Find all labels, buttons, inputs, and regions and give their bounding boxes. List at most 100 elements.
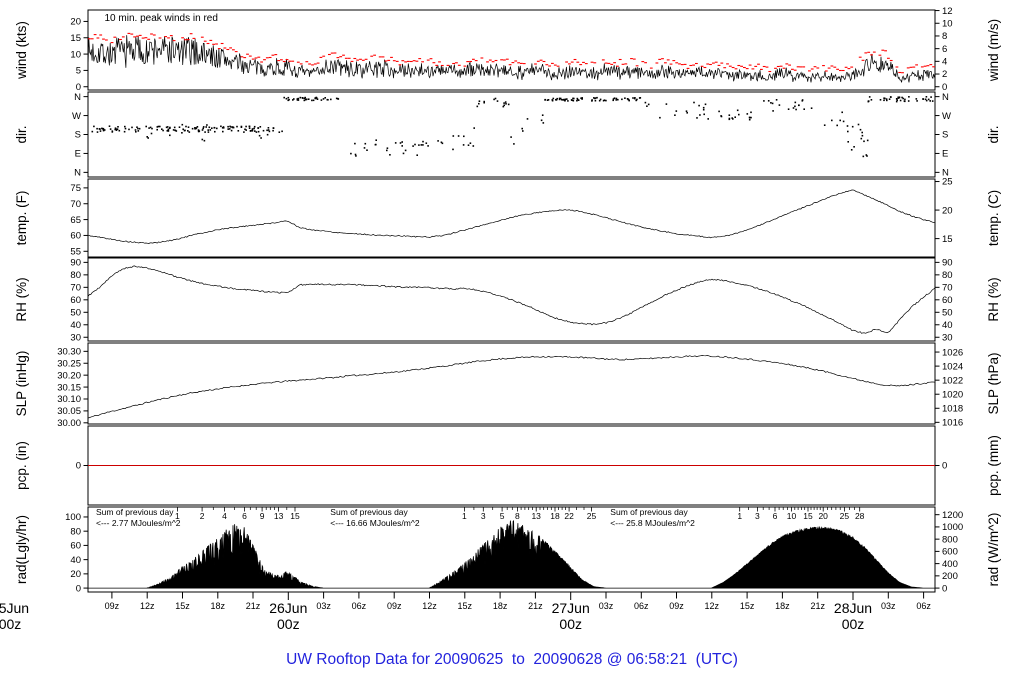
mj-cumulative-label: 13 [531,511,541,521]
time-tick-label: 18z [775,601,790,611]
mj-cumulative-label: 8 [515,511,520,521]
tick-label-right: N [942,92,949,103]
date-label-clipped: 00z [0,616,21,632]
tick-label-right: 90 [942,258,953,269]
axis-title-right-temp: temp. (C) [986,190,1001,246]
tick-label-right: E [942,149,948,160]
tick-label-right: 1020 [942,389,963,400]
tick-label-left: 30.05 [57,406,81,417]
tick-label-left: 20 [70,17,81,28]
time-tick-label: 03z [881,601,896,611]
time-tick-label: 21z [528,601,543,611]
time-tick-label: 18z [493,601,508,611]
tick-label-left: N [74,168,81,179]
figure-caption: UW Rooftop Data for 20090625 to 20090628… [286,651,738,668]
tick-label-right: 6 [942,44,947,55]
rad-sum-note-line1: Sum of previous day [610,507,688,517]
rad-sum-note-line1: Sum of previous day [330,507,408,517]
tick-label-right: 800 [942,534,958,545]
tick-label-left: W [72,111,81,122]
time-tick-label: 18z [211,601,226,611]
tick-label-right: 0 [942,461,947,472]
tick-label-left: E [75,149,81,160]
mj-cumulative-label: 13 [274,511,284,521]
tick-label-right: 1000 [942,522,963,533]
time-tick-label: 15z [740,601,755,611]
tick-label-left: 80 [70,526,81,537]
tick-label-right: 25 [942,177,953,188]
tick-label-left: N [74,92,81,103]
mj-cumulative-label: 3 [481,511,486,521]
panel-slp: 30.0030.0530.1030.1530.2030.2530.30 1016 1… [14,342,1001,429]
mj-cumulative-label: 25 [587,511,597,521]
tick-label-right: 1016 [942,418,963,429]
time-tick-label: 12z [705,601,720,611]
tick-label-right: 70 [942,283,953,294]
tick-label-left: 0 [76,461,81,472]
axis-title-left-slp: SLP (inHg) [14,351,29,417]
mj-cumulative-label: 4 [222,511,227,521]
axis-title-right-wind: wind (m/s) [986,19,1001,82]
axis-title-left-pcp: pcp. (in) [14,441,29,490]
time-tick-label: 03z [316,601,331,611]
time-tick-label: 12z [422,601,437,611]
mj-cumulative-label: 28 [855,511,865,521]
mj-cumulative-label: 22 [564,511,574,521]
tick-label-right: 30 [942,332,953,343]
mj-cumulative-label: 6 [773,511,778,521]
rad-sum-note-line2: <--- 2.77 MJoules/m^2 [96,518,181,528]
tick-label-left: 90 [70,258,81,269]
axis-title-right-dir: dir. [986,125,1001,143]
meteorogram-chart: 05101520024681012wind (kts) wind (m/s)NES… [0,6,1001,632]
tick-label-left: S [75,130,81,141]
tick-label-left: 70 [70,283,81,294]
axis-title-left-dir: dir. [14,125,29,143]
axis-title-left-rh: RH (%) [14,277,29,321]
mj-cumulative-label: 6 [242,511,247,521]
tick-label-left: 15 [70,33,81,44]
axis-title-left-wind: wind (kts) [14,21,29,80]
tick-label-right: 80 [942,270,953,281]
tick-label-left: 80 [70,270,81,281]
tick-label-right: 1200 [942,510,963,521]
tick-label-left: 30.20 [57,370,81,381]
tick-label-left: 70 [70,199,81,210]
tick-label-right: 400 [942,559,958,570]
mj-cumulative-label: 2 [200,511,205,521]
time-tick-label: 06z [916,601,931,611]
axis-title-right-rad: rad (W/m^2) [986,513,1001,587]
tick-label-right: 1024 [942,361,963,372]
tick-label-right: 50 [942,307,953,318]
tick-label-right: 20 [942,205,953,216]
time-tick-label: 06z [634,601,649,611]
date-label: 00z [559,616,582,632]
time-tick-label: 09z [669,601,684,611]
panel-dir: NESWNNESWNdir. dir. [14,91,1001,179]
axis-title-left-temp: temp. (F) [14,191,29,246]
mj-cumulative-label: 1 [462,511,467,521]
date-label: 26Jun [269,600,307,616]
date-label: 28Jun [834,600,872,616]
axis-title-right-slp: SLP (hPa) [986,352,1001,414]
tick-label-left: 30.00 [57,418,81,429]
time-tick-label: 12z [140,601,155,611]
date-label-clipped: 25Jun [0,600,29,616]
tick-label-left: 40 [70,555,81,566]
time-tick-label: 21z [810,601,825,611]
panel-temp-frame [87,178,936,258]
time-tick-label: 09z [105,601,120,611]
time-tick-label: 06z [352,601,367,611]
tick-label-left: 30 [70,332,81,343]
tick-label-left: 100 [65,512,81,523]
tick-label-left: 30.30 [57,347,81,358]
tick-label-left: 0 [76,583,81,594]
tick-label-left: 30.10 [57,394,81,405]
time-tick-label: 03z [599,601,614,611]
tick-label-right: 1018 [942,403,963,414]
date-label: 27Jun [552,600,590,616]
mj-cumulative-label: 18 [550,511,560,521]
date-label: 00z [842,616,865,632]
mj-cumulative-label: 25 [840,511,850,521]
tick-label-right: 600 [942,547,958,558]
mj-cumulative-label: 10 [787,511,797,521]
